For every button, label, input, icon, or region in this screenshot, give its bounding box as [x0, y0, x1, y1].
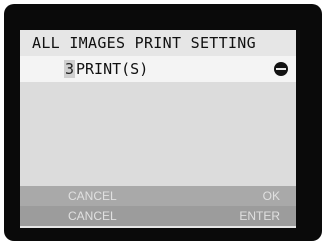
- empty-body-area: [20, 82, 296, 186]
- page-title: ALL IMAGES PRINT SETTING: [32, 34, 256, 52]
- cancel-button-secondary[interactable]: CANCEL: [68, 209, 117, 223]
- print-count-unit: PRINT(S): [76, 60, 149, 78]
- camera-bezel: ALL IMAGES PRINT SETTING 3 PRINT(S) CANC…: [0, 0, 326, 245]
- action-row-enter: CANCEL ENTER: [20, 206, 296, 226]
- title-row: ALL IMAGES PRINT SETTING: [20, 30, 296, 56]
- ok-button[interactable]: OK: [263, 189, 280, 203]
- cancel-button[interactable]: CANCEL: [68, 189, 117, 203]
- print-count-value[interactable]: 3: [64, 60, 76, 78]
- print-count-row[interactable]: 3 PRINT(S): [20, 56, 296, 82]
- action-row-ok: CANCEL OK: [20, 186, 296, 206]
- minus-circle-icon[interactable]: [274, 62, 288, 76]
- enter-button[interactable]: ENTER: [239, 209, 280, 223]
